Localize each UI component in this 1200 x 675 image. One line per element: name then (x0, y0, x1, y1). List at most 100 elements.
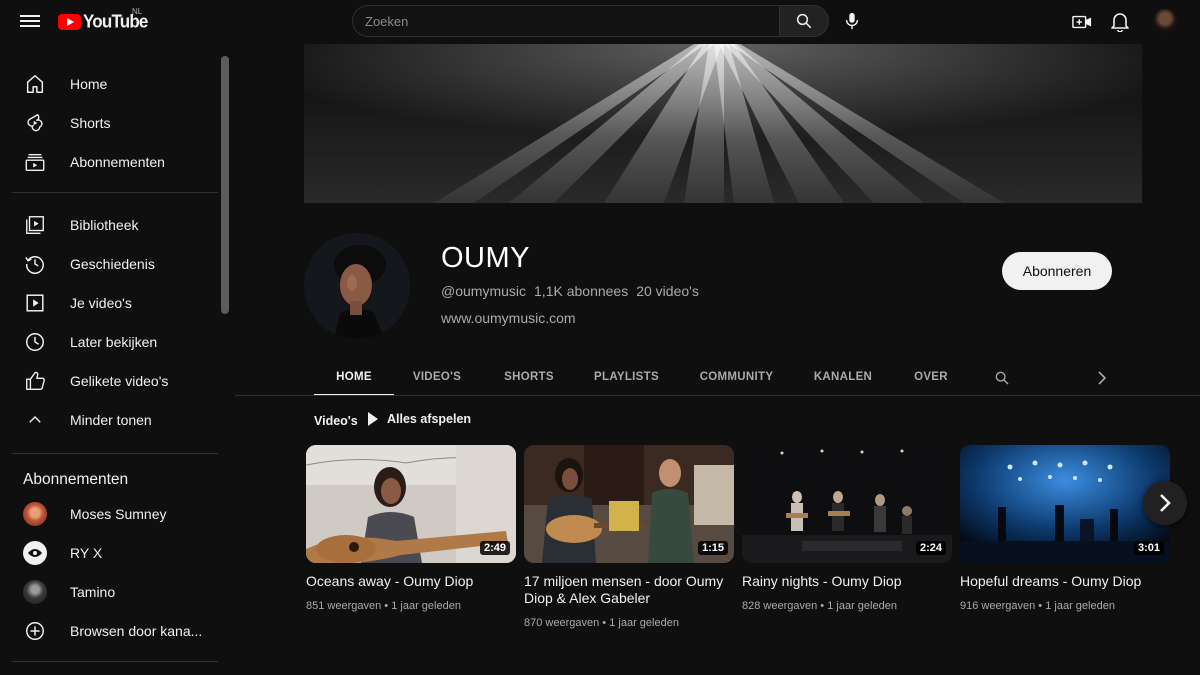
video-title[interactable]: Hopeful dreams - Oumy Diop (960, 573, 1170, 590)
tabs-divider (235, 395, 1200, 396)
sidebar-item-liked-videos[interactable]: Gelikete video's (12, 361, 218, 400)
sidebar-item-home[interactable]: Home (12, 64, 218, 103)
tabs-scroll-right-button[interactable] (1093, 369, 1111, 387)
sidebar-item-your-videos[interactable]: Je video's (12, 283, 218, 322)
view-count: 851 weergaven (306, 600, 382, 612)
library-icon (23, 213, 47, 237)
tab-channels[interactable]: KANALEN (809, 360, 877, 396)
create-button[interactable] (1070, 10, 1094, 34)
sidebar-item-label: Browsen door kana... (70, 622, 203, 639)
upload-age: 1 jaar geleden (391, 600, 461, 612)
video-thumbnail[interactable]: 1:15 (524, 445, 734, 563)
channel-meta: @oumymusic 1,1K abonnees 20 video's (441, 283, 699, 299)
video-thumbnail[interactable]: 2:49 (306, 445, 516, 563)
tab-community[interactable]: COMMUNITY (694, 360, 779, 396)
menu-icon[interactable] (20, 12, 40, 30)
video-thumbnail[interactable]: 3:01 (960, 445, 1170, 563)
tab-shorts[interactable]: SHORTS (494, 360, 564, 396)
sidebar-item-label: Gelikete video's (70, 372, 169, 389)
sidebar-item-label: Moses Sumney (70, 505, 167, 522)
video-duration: 3:01 (1133, 541, 1164, 555)
bell-icon (1111, 13, 1129, 32)
sidebar-item-label: Home (70, 75, 108, 92)
sidebar-divider (12, 661, 218, 662)
shelf-next-button[interactable] (1143, 481, 1187, 525)
top-bar: YouTube NL (0, 0, 1200, 44)
view-count: 828 weergaven (742, 600, 818, 612)
sidebar: Home Shorts Abonnementen Bibliotheek Ges… (0, 44, 230, 675)
video-card[interactable]: 1:15 17 miljoen mensen - door Oumy Diop … (524, 445, 734, 629)
subscribe-button[interactable]: Abonneren (1002, 252, 1112, 290)
sidebar-item-shorts[interactable]: Shorts (12, 103, 218, 142)
youtube-logo[interactable]: YouTube NL (58, 7, 148, 33)
video-count: 20 video's (636, 283, 699, 299)
channel-search-button[interactable] (993, 369, 1011, 387)
subscriber-count: 1,1K abonnees (534, 283, 629, 299)
search-icon (796, 13, 812, 29)
sidebar-item-label: Geschiedenis (70, 255, 155, 272)
watch-later-icon (23, 330, 47, 354)
sidebar-subscription-ry-x[interactable]: RY X (12, 533, 218, 572)
tab-videos[interactable]: VIDEO'S (404, 360, 470, 396)
sidebar-item-label: Minder tonen (70, 411, 152, 428)
sidebar-item-label: Tamino (70, 583, 116, 600)
video-meta: 828 weergaven • 1 jaar geleden (742, 600, 952, 612)
sidebar-item-label: Je video's (70, 294, 132, 311)
video-title[interactable]: Rainy nights - Oumy Diop (742, 573, 952, 590)
video-duration: 2:24 (915, 541, 946, 555)
sidebar-divider (12, 453, 218, 454)
view-count: 916 weergaven (960, 600, 1036, 612)
sidebar-item-label: Abonnementen (70, 153, 165, 170)
sidebar-item-subscriptions[interactable]: Abonnementen (12, 142, 218, 181)
youtube-play-logo-icon (58, 14, 81, 30)
channel-avatar (23, 501, 47, 526)
tab-playlists[interactable]: PLAYLISTS (589, 360, 664, 396)
sidebar-item-show-less[interactable]: Minder tonen (12, 400, 218, 439)
search-input[interactable] (352, 5, 779, 37)
sidebar-subscription-moses-sumney[interactable]: Moses Sumney (12, 494, 218, 533)
microphone-icon (845, 12, 859, 30)
play-all-button[interactable]: Alles afspelen (368, 412, 471, 426)
sidebar-item-label: Shorts (70, 114, 111, 131)
channel-portrait-image (304, 233, 410, 339)
shorts-icon (23, 111, 47, 135)
search-icon (995, 371, 1009, 385)
video-title[interactable]: 17 miljoen mensen - door Oumy Diop & Ale… (524, 573, 734, 607)
tab-about[interactable]: OVER (907, 360, 955, 396)
notifications-button[interactable] (1108, 10, 1132, 34)
video-duration: 1:15 (697, 541, 728, 555)
your-videos-icon (23, 291, 47, 315)
upload-age: 1 jaar geleden (609, 617, 679, 629)
sidebar-item-library[interactable]: Bibliotheek (12, 205, 218, 244)
channel-name: OUMY (441, 242, 530, 274)
sidebar-item-watch-later[interactable]: Later bekijken (12, 322, 218, 361)
channel-avatar[interactable] (304, 233, 410, 339)
channel-handle: @oumymusic (441, 283, 527, 299)
sidebar-item-history[interactable]: Geschiedenis (12, 244, 218, 283)
video-card[interactable]: 2:49 Oceans away - Oumy Diop 851 weergav… (306, 445, 516, 612)
sidebar-item-browse-channels[interactable]: Browsen door kana... (12, 611, 218, 650)
chevron-right-icon (1098, 371, 1107, 385)
play-all-label: Alles afspelen (387, 412, 472, 426)
subscriptions-heading: Abonnementen (23, 471, 129, 488)
banner-light-rays-image (304, 44, 1142, 203)
chevron-up-icon (23, 408, 47, 432)
account-avatar[interactable] (1153, 9, 1177, 33)
sidebar-divider (12, 192, 218, 193)
section-title[interactable]: Video's (314, 414, 358, 428)
voice-search-button[interactable] (838, 6, 866, 36)
video-meta: 870 weergaven • 1 jaar geleden (524, 617, 734, 629)
video-card[interactable]: 2:24 Rainy nights - Oumy Diop 828 weerga… (742, 445, 952, 612)
channel-banner (304, 44, 1142, 203)
channel-avatar (23, 579, 47, 604)
channel-link[interactable]: www.oumymusic.com (441, 310, 576, 326)
tab-home[interactable]: HOME (314, 360, 394, 396)
video-thumbnail[interactable]: 2:24 (742, 445, 952, 563)
search-button[interactable] (779, 5, 829, 37)
sidebar-subscription-tamino[interactable]: Tamino (12, 572, 218, 611)
video-title[interactable]: Oceans away - Oumy Diop (306, 573, 516, 590)
video-card[interactable]: 3:01 Hopeful dreams - Oumy Diop 916 weer… (960, 445, 1170, 612)
sidebar-scrollbar[interactable] (221, 56, 229, 314)
video-meta: 851 weergaven • 1 jaar geleden (306, 600, 516, 612)
sidebar-item-label: Later bekijken (70, 333, 158, 350)
